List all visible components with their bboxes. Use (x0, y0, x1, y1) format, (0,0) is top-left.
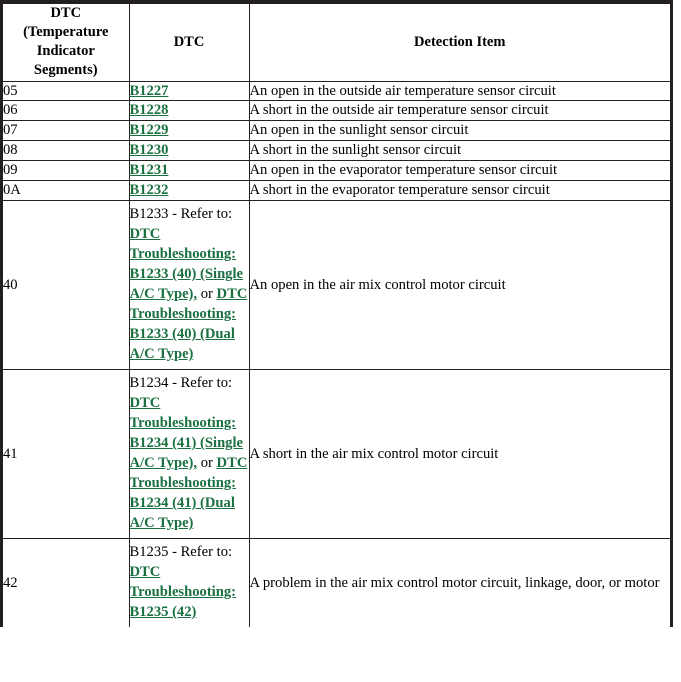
cell-dtc-reference: B1233 - Refer to: DTC Troubleshooting: B… (129, 200, 250, 371)
table-row: 41 B1234 - Refer to: DTC Troubleshooting:… (3, 369, 670, 540)
column-header-detection-item: Detection Item (249, 4, 670, 82)
cell-segment-code: 09 (3, 160, 130, 182)
column-header-line: Segments) (33, 62, 98, 79)
dtc-troubleshooting-link[interactable]: B1231 (130, 162, 169, 178)
cell-segment-code: 05 (3, 81, 130, 102)
column-header-line: DTC (50, 5, 82, 21)
cell-detection-item: A short in the sunlight sensor circuit (249, 140, 670, 162)
cell-dtc-reference: B1230 (129, 140, 250, 162)
column-header-line: DTC (173, 33, 205, 50)
cell-detection-item: A short in the evaporator temperature se… (249, 180, 670, 202)
column-header-segments: DTC (Temperature Indicator Segments) (3, 4, 130, 82)
dtc-conjunction-text: or (197, 455, 217, 472)
cell-segment-code: 07 (3, 120, 130, 142)
cell-dtc-reference: B1234 - Refer to: DTC Troubleshooting: B… (129, 369, 250, 540)
dtc-troubleshooting-link[interactable]: B1229 (130, 122, 169, 138)
dtc-prefix-text: B1235 - Refer to: (129, 544, 233, 561)
cell-detection-item: An open in the air mix control motor cir… (249, 200, 670, 371)
cell-segment-code: 42 (3, 538, 130, 627)
dtc-troubleshooting-link[interactable]: B1228 (130, 102, 169, 118)
cell-dtc-reference: B1227 (129, 81, 250, 102)
column-header-line: Indicator (36, 43, 95, 60)
dtc-troubleshooting-link[interactable]: B1227 (130, 83, 169, 99)
cell-detection-item: An open in the sunlight sensor circuit (249, 120, 670, 142)
dtc-troubleshooting-link[interactable]: DTC Troubleshooting: B1235 (42) (130, 564, 237, 620)
cell-segment-code: 06 (3, 100, 130, 122)
cell-detection-item: An open in the evaporator temperature se… (249, 160, 670, 182)
dtc-detection-table: DTC (Temperature Indicator Segments) DTC De… (3, 4, 670, 627)
table-row: 06 B1228 A short in the outside air temper… (3, 100, 670, 122)
cell-detection-item: A problem in the air mix control motor c… (249, 538, 670, 627)
cell-segment-code: 40 (3, 200, 130, 371)
table-header: DTC (Temperature Indicator Segments) DTC De… (3, 4, 670, 82)
dtc-conjunction-text: or (197, 286, 217, 303)
table-row: 05 B1227 An open in the outside air temper… (3, 81, 670, 102)
cell-dtc-reference: B1235 - Refer to: DTC Troubleshooting: B… (129, 538, 250, 627)
table-body: 05 B1227 An open in the outside air temper… (3, 81, 670, 627)
cell-dtc-reference: B1231 (129, 160, 250, 182)
dtc-prefix-text: B1234 - Refer to: (129, 375, 233, 392)
table-row: 42 B1235 - Refer to: DTC Troubleshooting:… (3, 538, 670, 627)
dtc-troubleshooting-link[interactable]: B1232 (130, 182, 169, 198)
table-row: 08 B1230 A short in the sunlight sensor ci… (3, 140, 670, 162)
column-header-dtc: DTC (129, 4, 250, 82)
column-header-line: (Temperature (23, 24, 109, 41)
dtc-troubleshooting-link[interactable]: B1230 (130, 142, 169, 158)
dtc-prefix-text: B1233 - Refer to: (129, 206, 233, 223)
cell-dtc-reference: B1229 (129, 120, 250, 142)
cell-segment-code: 08 (3, 140, 130, 162)
table-row: 0A B1232 A short in the evaporator tempera… (3, 180, 670, 202)
cell-dtc-reference: B1228 (129, 100, 250, 122)
cell-segment-code: 41 (3, 369, 130, 540)
cell-segment-code: 0A (3, 180, 130, 202)
table-row: 09 B1231 An open in the evaporator tempera… (3, 160, 670, 182)
cell-detection-item: A short in the air mix control motor cir… (249, 369, 670, 540)
cell-detection-item: An open in the outside air temperature s… (249, 81, 670, 102)
cell-dtc-reference: B1232 (129, 180, 250, 202)
table-row: 40 B1233 - Refer to: DTC Troubleshooting:… (3, 200, 670, 371)
cell-detection-item: A short in the outside air temperature s… (249, 100, 670, 122)
table-row: 07 B1229 An open in the sunlight sensor ci… (3, 120, 670, 142)
dtc-table-container: DTC (Temperature Indicator Segments) DTC De… (0, 0, 673, 627)
column-header-line: Detection Item (414, 33, 506, 50)
table-header-row: DTC (Temperature Indicator Segments) DTC De… (3, 4, 670, 82)
